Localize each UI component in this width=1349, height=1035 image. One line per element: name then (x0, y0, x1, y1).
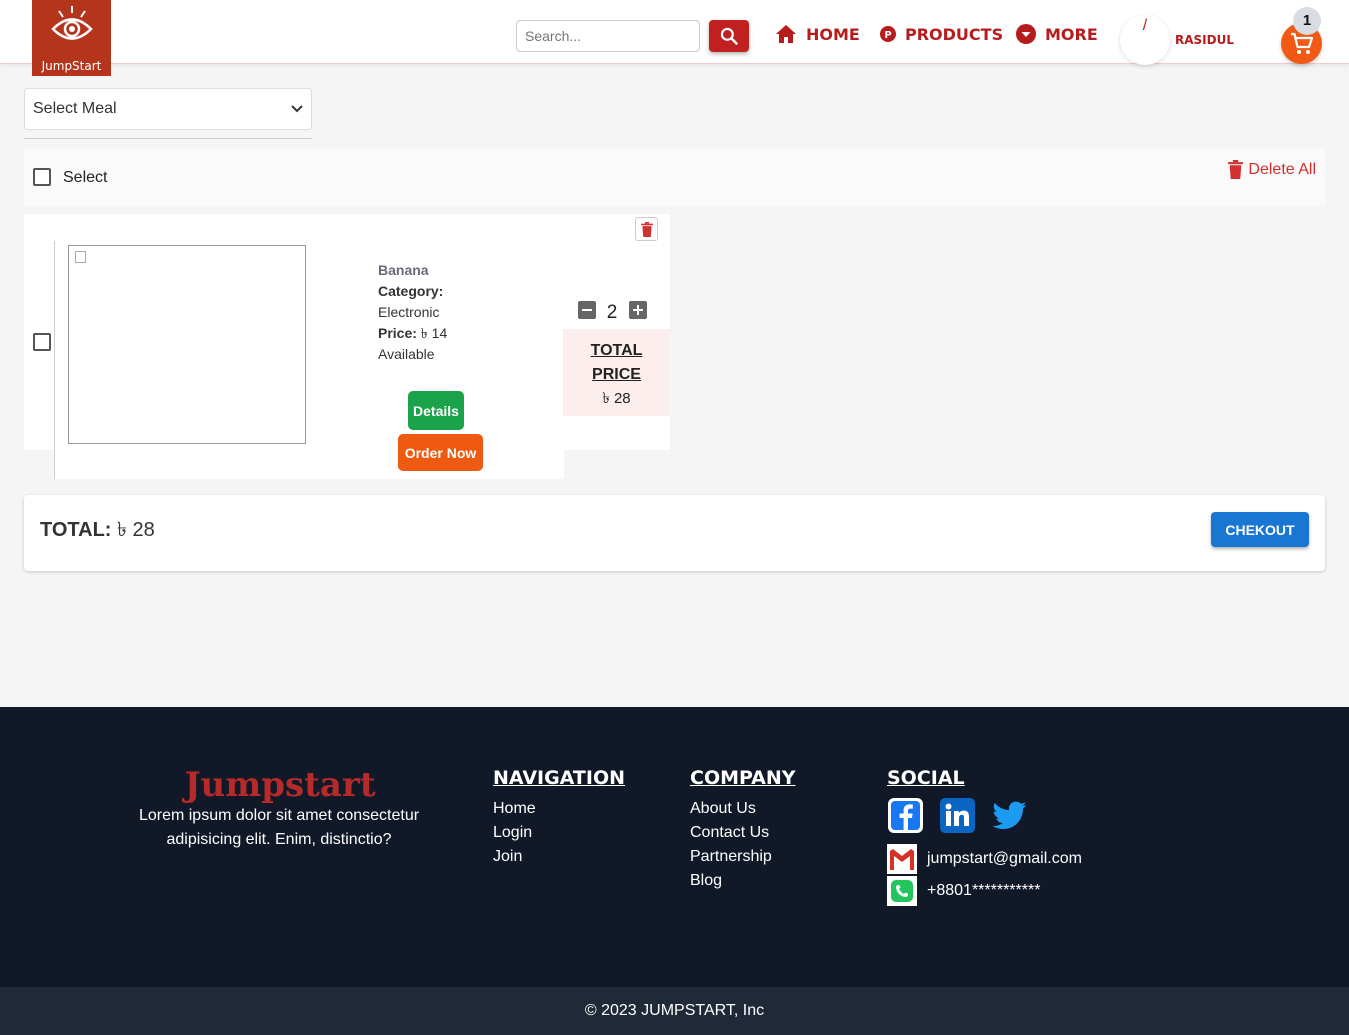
order-total-value: ৳ 28 (111, 519, 155, 541)
product-price-label: Price: (378, 325, 417, 341)
select-all-checkbox[interactable] (33, 168, 51, 186)
search-icon (720, 27, 738, 45)
gmail-icon (887, 844, 917, 874)
quantity-increase-button[interactable] (629, 301, 647, 319)
logo[interactable]: JumpStart (32, 0, 111, 76)
meal-select-underline (24, 138, 312, 139)
footer-navigation: NAVIGATION Home Login Join (493, 767, 625, 869)
home-icon (776, 25, 796, 43)
cart-icon (1290, 32, 1313, 54)
footer-social: SOCIAL jumpstart@gmail.com +8801********… (887, 767, 1082, 906)
footer-company-title: COMPANY (690, 767, 796, 789)
search-input[interactable] (516, 20, 700, 52)
linkedin-icon[interactable] (939, 797, 976, 834)
product-price: ৳ 14 (416, 325, 448, 341)
footer-company: COMPANY About Us Contact Us Partnership … (690, 767, 796, 893)
plus-icon (633, 305, 643, 315)
checkout-button[interactable]: CHEKOUT (1211, 512, 1309, 547)
svg-text:P: P (884, 30, 891, 41)
order-now-button[interactable]: Order Now (398, 434, 483, 471)
footer-link-home[interactable]: Home (493, 797, 625, 821)
details-button[interactable]: Details (408, 391, 464, 430)
nav-more[interactable]: MORE (1016, 22, 1098, 46)
broken-image-icon (75, 251, 86, 263)
nav-home-label: HOME (806, 24, 860, 44)
contact-phone-text: +8801*********** (927, 882, 1041, 899)
cart-count-badge: 1 (1293, 7, 1321, 35)
product-category-label: Category: (378, 283, 444, 299)
avatar[interactable]: / (1120, 15, 1170, 65)
footer-brand: Jumpstart (184, 765, 376, 805)
trash-icon (640, 221, 653, 237)
footer-navigation-title: NAVIGATION (493, 767, 625, 789)
quantity-decrease-button[interactable] (578, 301, 596, 319)
order-summary: TOTAL: ৳ 28 CHEKOUT (24, 495, 1325, 571)
product-name: Banana (378, 262, 429, 278)
product-availability: Available (378, 346, 435, 362)
meal-select-value: Select Meal (33, 100, 117, 117)
item-total-price-box: TOTAL PRICE ৳ 28 (563, 329, 670, 416)
item-delete-button[interactable] (635, 217, 658, 241)
product-category: Electronic (378, 304, 440, 320)
copyright-bar: © 2023 JUMPSTART, Inc (0, 987, 1349, 1035)
products-icon: P (880, 26, 896, 42)
top-navbar: JumpStart HOME P PRODUCTS MORE / RASIDUL… (0, 0, 1349, 76)
contact-email[interactable]: jumpstart@gmail.com (887, 844, 1082, 874)
footer-link-contact[interactable]: Contact Us (690, 821, 796, 845)
footer-link-join[interactable]: Join (493, 845, 625, 869)
product-image (68, 245, 306, 444)
minus-icon (582, 309, 592, 311)
copyright-text: © 2023 JUMPSTART, Inc (584, 1002, 765, 1019)
meal-select[interactable]: Select Meal (24, 88, 312, 130)
cart-item: Banana Category: Electronic Price: ৳ 14 … (24, 214, 670, 479)
product-price-row: Price: ৳ 14 (378, 323, 447, 344)
footer-link-partnership[interactable]: Partnership (690, 845, 796, 869)
twitter-icon[interactable] (991, 797, 1028, 834)
contact-email-text: jumpstart@gmail.com (927, 850, 1082, 867)
footer-link-blog[interactable]: Blog (690, 869, 796, 893)
footer: Jumpstart Lorem ipsum dolor sit amet con… (0, 707, 1349, 987)
product-info: Banana Category: Electronic Price: ৳ 14 … (378, 260, 447, 365)
nav-products-label: PRODUCTS (905, 24, 1004, 44)
footer-link-about[interactable]: About Us (690, 797, 796, 821)
item-total-price: ৳ 28 (602, 390, 631, 407)
footer-social-title: SOCIAL (887, 767, 965, 789)
footer-description: Lorem ipsum dolor sit amet consectetur a… (138, 807, 420, 848)
delete-all-button[interactable]: Delete All (1228, 160, 1316, 179)
user-name[interactable]: RASIDUL (1175, 33, 1234, 47)
search-button[interactable] (709, 20, 749, 52)
nav-home[interactable]: HOME (775, 22, 860, 46)
trash-icon (1228, 160, 1244, 179)
social-icons (887, 797, 1082, 834)
contact-phone[interactable]: +8801*********** (887, 876, 1082, 906)
eye-icon (51, 6, 93, 40)
nav-more-label: MORE (1045, 24, 1098, 44)
facebook-icon[interactable] (887, 797, 924, 834)
quantity-value: 2 (606, 302, 618, 323)
chevron-down-icon (291, 105, 303, 113)
order-total: TOTAL: ৳ 28 (40, 515, 155, 548)
item-checkbox[interactable] (33, 333, 51, 351)
order-total-label: TOTAL: (40, 519, 112, 541)
select-bar: Select Delete All (24, 148, 1325, 206)
footer-link-login[interactable]: Login (493, 821, 625, 845)
delete-all-label: Delete All (1248, 160, 1316, 178)
item-total-price-label: TOTAL PRICE (590, 342, 643, 383)
logo-text: JumpStart (41, 59, 102, 73)
arrow-down-circle-icon (1016, 24, 1036, 44)
nav-products[interactable]: P PRODUCTS (880, 22, 1003, 46)
phone-icon (887, 876, 917, 906)
select-all-label: Select (63, 169, 108, 186)
